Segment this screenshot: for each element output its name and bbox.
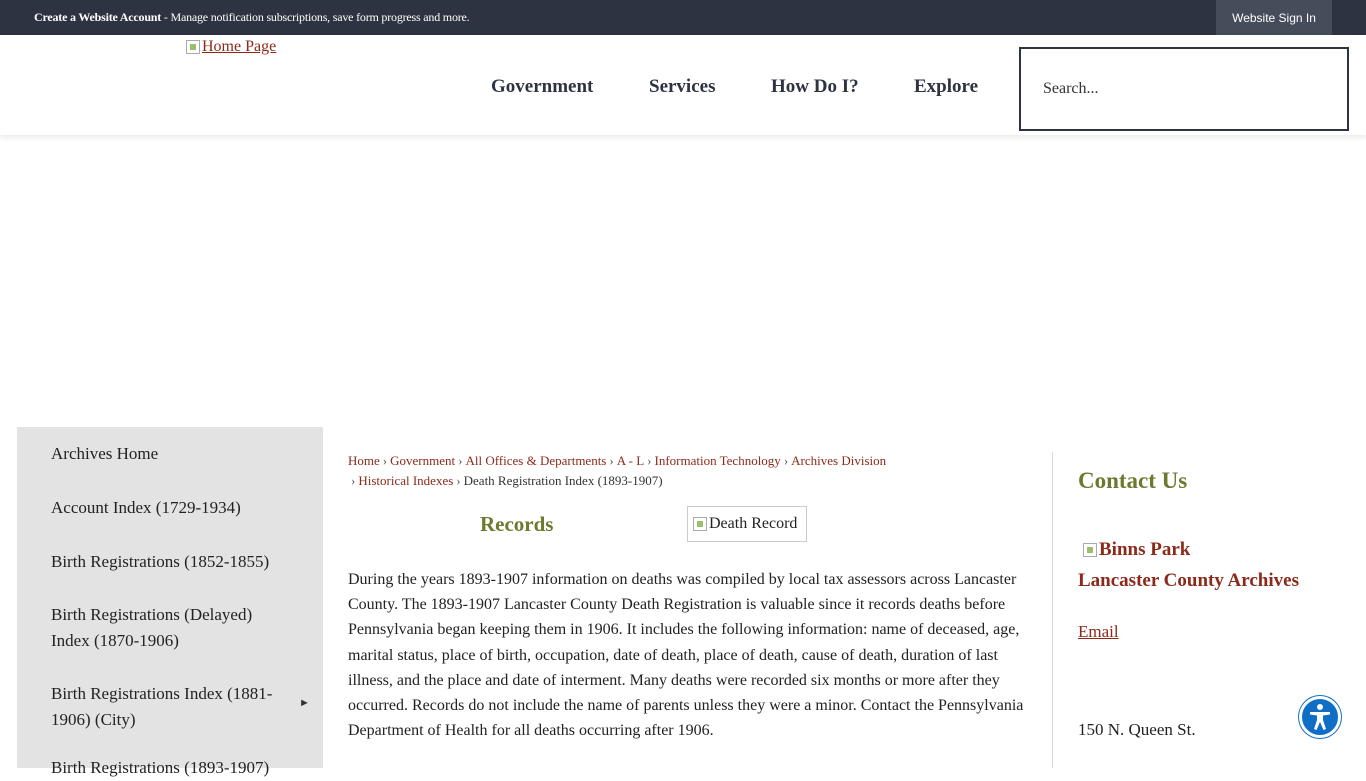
accessibility-button[interactable] xyxy=(1299,696,1341,738)
breadcrumb-all-offices[interactable]: All Offices & Departments xyxy=(465,453,606,468)
email-link[interactable]: Email xyxy=(1078,622,1119,642)
breadcrumb-archives-division[interactable]: Archives Division xyxy=(791,453,886,468)
sidebar-item-birth-registrations-1852[interactable]: Birth Registrations (1852-1855) xyxy=(51,549,291,575)
sidebar-item-birth-registrations-index-city[interactable]: Birth Registrations Index (1881-1906) (C… xyxy=(51,681,291,733)
description-paragraph: During the years 1893-1907 information o… xyxy=(348,571,1024,740)
sidebar-nav: Archives Home Account Index (1729-1934) … xyxy=(17,427,323,777)
contact-organization-name: Lancaster County Archives xyxy=(1078,570,1299,591)
contact-us-heading: Contact Us xyxy=(1078,468,1188,493)
accessibility-icon xyxy=(1310,704,1330,730)
broken-image-icon xyxy=(1083,543,1097,557)
sidebar-item-birth-registrations-delayed[interactable]: Birth Registrations (Delayed) Index (187… xyxy=(51,602,291,654)
breadcrumb-a-l[interactable]: A - L xyxy=(617,453,644,468)
breadcrumb-home[interactable]: Home xyxy=(348,453,380,468)
logo-alt-text: Home Page xyxy=(202,38,277,55)
create-account-link[interactable]: Create a Website Account xyxy=(34,10,161,24)
broken-image-icon xyxy=(693,517,707,531)
sidebar-item-archives-home[interactable]: Archives Home xyxy=(51,441,291,467)
nav-explore[interactable]: Explore xyxy=(914,76,978,98)
death-record-alt: Death Record xyxy=(709,515,798,532)
breadcrumb-government[interactable]: Government xyxy=(390,453,455,468)
nav-how-do-i[interactable]: How Do I? xyxy=(771,76,859,98)
nav-services[interactable]: Services xyxy=(649,76,715,98)
website-sign-in-button[interactable]: Website Sign In xyxy=(1216,0,1332,35)
account-notice[interactable]: Create a Website Account - Manage notifi… xyxy=(34,10,470,25)
records-heading: Records xyxy=(480,512,554,536)
search-input[interactable] xyxy=(1021,49,1347,129)
breadcrumb-historical-indexes[interactable]: Historical Indexes xyxy=(358,473,453,488)
breadcrumb-current: Death Registration Index (1893-1907) xyxy=(463,473,663,488)
top-bar: Create a Website Account - Manage notifi… xyxy=(0,0,1366,35)
sidebar-item-birth-registrations-1893[interactable]: Birth Registrations (1893-1907) xyxy=(51,755,291,781)
home-page-logo-link[interactable]: Home Page xyxy=(186,38,276,56)
account-notice-text: - Manage notification subscriptions, sav… xyxy=(161,10,470,24)
triangle-right-icon[interactable]: ► xyxy=(299,697,310,709)
contact-address: 150 N. Queen St. xyxy=(1078,720,1196,739)
column-divider xyxy=(1052,452,1053,768)
breadcrumb: Home › Government › All Offices & Department… xyxy=(348,453,887,488)
site-header: Home Page Government Services How Do I? … xyxy=(0,35,1366,135)
broken-image-icon xyxy=(186,40,200,54)
breadcrumb-information-technology[interactable]: Information Technology xyxy=(655,453,781,468)
sidebar-item-account-index[interactable]: Account Index (1729-1934) xyxy=(51,495,291,521)
search-box xyxy=(1019,47,1349,131)
nav-government[interactable]: Government xyxy=(491,76,593,98)
death-record-image: Death Record xyxy=(687,506,807,542)
binns-park-alt: Binns Park xyxy=(1099,539,1191,560)
binns-park-image: Binns Park xyxy=(1083,539,1190,561)
